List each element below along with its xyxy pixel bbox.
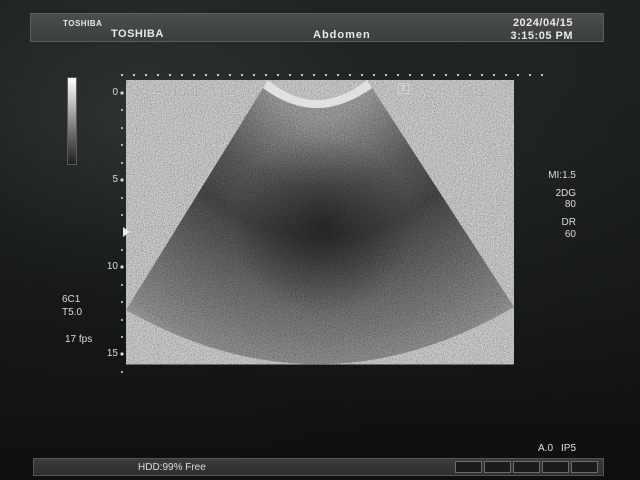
orientation-marker-icon: T <box>398 83 409 94</box>
hdd-status: HDD:99% Free <box>138 462 206 473</box>
dynamic-range-value: 60 <box>564 229 576 240</box>
clipboard-slot[interactable] <box>455 461 482 473</box>
scan-image <box>120 73 544 373</box>
depth-label-0: 0 <box>112 87 118 98</box>
clipboard-slot[interactable] <box>571 461 598 473</box>
image-preset: IP5 <box>561 443 577 454</box>
clipboard-slot[interactable] <box>513 461 540 473</box>
clipboard-slot[interactable] <box>484 461 511 473</box>
frame-rate: 17 fps <box>65 334 93 345</box>
probe-label: 6C1 <box>62 294 81 305</box>
dynamic-range-label: DR <box>561 217 576 228</box>
top-dotted-guide <box>120 73 544 77</box>
depth-label-5: 5 <box>112 174 118 185</box>
mechanical-index: MI:1.5 <box>548 170 576 181</box>
scan-sector <box>126 80 514 365</box>
transducer-frequency: T5.0 <box>62 307 83 318</box>
status-bar: HDD:99% Free <box>33 458 604 476</box>
mode-label: 2DG <box>555 188 576 199</box>
ultrasound-screen: TOSHIBA TOSHIBA Abdomen 2024/04/15 3:15:… <box>0 0 640 480</box>
focus-marker-icon <box>123 227 130 237</box>
gain-value: 80 <box>564 199 576 210</box>
clipboard-slot[interactable] <box>542 461 569 473</box>
acoustic-output: A.0 <box>538 443 554 454</box>
depth-label-10: 10 <box>106 261 118 272</box>
depth-label-15: 15 <box>106 348 118 359</box>
